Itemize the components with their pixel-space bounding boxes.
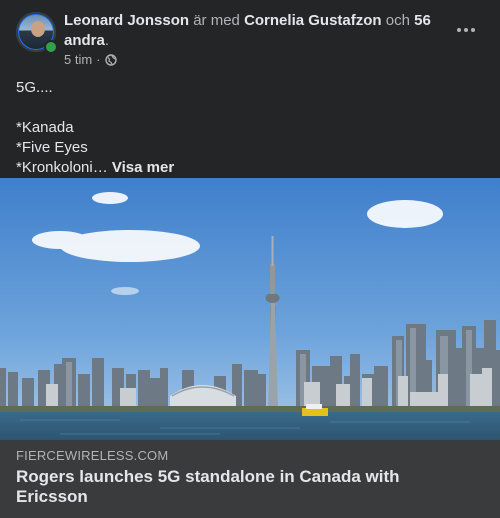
link-title[interactable]: Rogers launches 5G standalone in Canada …: [16, 467, 456, 507]
author-name-link[interactable]: Leonard Jonsson: [64, 12, 189, 29]
post-line: *Five Eyes: [16, 139, 88, 156]
and-text: och: [385, 12, 410, 29]
post-line: 5G....: [16, 79, 53, 96]
post-line: *Kronkoloni… Visa mer: [16, 158, 484, 178]
link-preview-card[interactable]: FIERCEWIRELESS.COM Rogers launches 5G st…: [0, 440, 500, 518]
online-status-indicator: [44, 40, 58, 54]
more-options-button[interactable]: [448, 16, 484, 44]
link-preview-image[interactable]: [0, 178, 500, 440]
post-line-text: *Kronkoloni…: [16, 159, 108, 176]
tagged-person-link[interactable]: Cornelia Gustafzon: [244, 12, 382, 29]
post-author-line: Leonard Jonsson är med Cornelia Gustafzo…: [64, 11, 434, 51]
dot-icon: [464, 28, 468, 32]
with-text: är med: [193, 12, 240, 29]
link-domain: FIERCEWIRELESS.COM: [16, 448, 169, 463]
toronto-skyline-image: [0, 178, 500, 440]
meta-separator: ·: [96, 52, 101, 67]
see-more-link[interactable]: Visa mer: [112, 159, 174, 176]
post-text: 5G.... *Kanada *Five Eyes *Kronkoloni… V…: [16, 78, 484, 178]
post-header: Leonard Jonsson är med Cornelia Gustafzo…: [0, 0, 500, 72]
period-text: .: [104, 32, 110, 49]
post-meta: 5 tim ·: [64, 52, 117, 67]
post-time-link[interactable]: 5 tim: [64, 52, 92, 67]
globe-icon[interactable]: [104, 53, 117, 66]
dot-icon: [457, 28, 461, 32]
avatar-face: [31, 21, 45, 37]
post-line: *Kanada: [16, 119, 74, 136]
dot-icon: [471, 28, 475, 32]
